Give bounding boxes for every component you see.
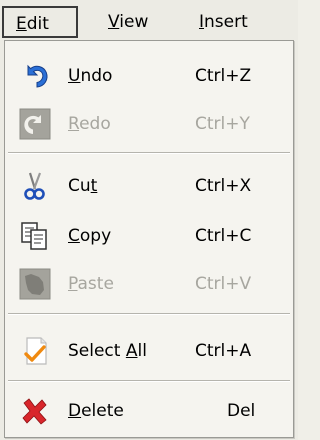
menu-item-delete[interactable]: Delete Del (5, 391, 293, 431)
select-all-label-pre: Select (68, 341, 126, 361)
menu-view[interactable]: View (108, 6, 148, 38)
menu-separator (8, 313, 290, 315)
menu-edit-mnemonic: E (16, 14, 27, 34)
paste-icon (19, 268, 51, 300)
select-all-label-rest: ll (137, 341, 147, 361)
paste-label-rest: aste (77, 274, 114, 294)
cut-shortcut: Ctrl+X (195, 176, 252, 196)
menu-view-mnemonic: V (108, 12, 120, 32)
delete-shortcut: Del (227, 401, 256, 421)
redo-label-rest: edo (79, 114, 111, 134)
menu-item-cut[interactable]: Cut Ctrl+X (5, 166, 293, 206)
menu-view-label-rest: iew (119, 12, 149, 32)
redo-shortcut: Ctrl+Y (195, 114, 250, 134)
paste-mnemonic: P (68, 274, 78, 294)
paste-label: Paste (68, 264, 114, 304)
menu-item-redo[interactable]: Redo Ctrl+Y (5, 104, 293, 144)
menu-insert[interactable]: Insert (199, 6, 248, 38)
edit-dropdown-menu: Undo Ctrl+Z Redo Ctrl+Y Cut Ctrl+X Copy … (4, 40, 294, 438)
select-all-label: Select All (68, 331, 147, 371)
menu-insert-label-rest: nsert (204, 12, 248, 32)
application-window: Edit View Insert Undo Ctrl+Z Redo Ctrl+Y… (0, 0, 298, 440)
copy-label: Copy (68, 216, 111, 256)
menu-edit-label-rest: dit (26, 14, 49, 34)
menu-separator (8, 152, 290, 154)
paste-shortcut: Ctrl+V (195, 274, 252, 294)
delete-icon (19, 395, 51, 427)
undo-shortcut: Ctrl+Z (195, 66, 252, 86)
redo-label: Redo (68, 104, 111, 144)
redo-mnemonic: R (68, 114, 80, 134)
select-all-mnemonic: A (125, 341, 138, 361)
cut-label-pre: Cu (68, 176, 91, 196)
menu-item-copy[interactable]: Copy Ctrl+C (5, 216, 293, 256)
copy-shortcut: Ctrl+C (195, 226, 252, 246)
menu-item-undo[interactable]: Undo Ctrl+Z (5, 56, 293, 96)
redo-icon (19, 108, 51, 140)
delete-label: Delete (68, 391, 124, 431)
cut-mnemonic: t (90, 176, 98, 196)
copy-mnemonic: C (68, 226, 80, 246)
cut-label: Cut (68, 166, 97, 206)
menu-bar: Edit View Insert (0, 0, 298, 44)
undo-label: Undo (68, 56, 112, 96)
copy-icon (19, 220, 51, 252)
undo-label-rest: ndo (80, 66, 113, 86)
menu-separator (8, 380, 290, 382)
menu-item-paste[interactable]: Paste Ctrl+V (5, 264, 293, 304)
delete-mnemonic: D (68, 401, 82, 421)
menu-item-select-all[interactable]: Select All Ctrl+A (5, 331, 293, 371)
select-all-icon (19, 335, 51, 367)
undo-icon (19, 60, 51, 92)
undo-mnemonic: U (68, 66, 81, 86)
delete-label-rest: elete (81, 401, 124, 421)
scissors-icon (19, 170, 51, 202)
copy-label-rest: opy (79, 226, 112, 246)
select-all-shortcut: Ctrl+A (195, 341, 252, 361)
menu-edit[interactable]: Edit (2, 6, 78, 38)
